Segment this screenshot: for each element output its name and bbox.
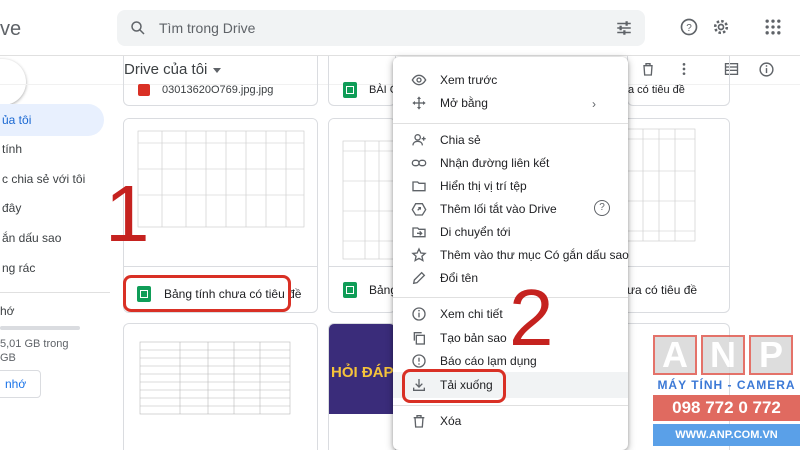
drive-logo[interactable]: ve: [0, 18, 21, 41]
help-icon[interactable]: ?: [679, 17, 699, 37]
file-name: ưa có tiêu đề: [627, 283, 698, 297]
sheet-preview: [137, 130, 305, 228]
folder-icon: [412, 181, 426, 192]
file-thumbnail: [627, 119, 729, 266]
sidebar-item-shared[interactable]: c chia sẻ với tôi: [0, 163, 85, 195]
annotation-highlight-file: [123, 275, 291, 312]
apps-icon[interactable]: [763, 17, 783, 37]
sheets-icon: [343, 82, 357, 98]
file-card-top-1[interactable]: 03013620O769.jpg.jpg: [123, 56, 318, 106]
storage-used: 5,01 GB trong: [0, 338, 69, 350]
menu-item-open-with[interactable]: Mở bằng ›: [393, 91, 628, 116]
storage-total: GB: [0, 352, 16, 364]
watermark-letter: A: [653, 335, 697, 375]
file-card[interactable]: ưa có tiêu đề: [627, 118, 730, 313]
menu-item-label: Nhận đường liên kết: [440, 156, 550, 170]
menu-divider: [393, 405, 628, 406]
menu-item-label: Xem chi tiết: [440, 307, 503, 321]
drive-window: ve Tìm trong Drive ? ủa tôi tính c chia …: [0, 0, 800, 450]
watermark-letter: P: [749, 335, 793, 375]
file-card-top-3[interactable]: a có tiêu đề: [627, 56, 730, 106]
sidebar-item-starred[interactable]: ắn dấu sao: [0, 222, 61, 254]
move-icon: [412, 96, 426, 110]
file-card[interactable]: Bảng: [328, 118, 396, 313]
svg-text:?: ?: [686, 23, 692, 34]
info-icon: [412, 307, 426, 321]
storage-label: hớ: [0, 304, 15, 318]
menu-item-preview[interactable]: Xem trước: [393, 68, 628, 93]
menu-divider: [393, 123, 628, 124]
person-add-icon: [412, 134, 426, 146]
sidebar-item-my-drive[interactable]: ủa tôi: [0, 104, 104, 136]
sidebar-item-trash[interactable]: ng rác: [0, 252, 35, 284]
file-thumbnail: [329, 119, 395, 266]
menu-item-label: Thêm lối tắt vào Drive: [440, 202, 557, 216]
sidebar-item-recent[interactable]: đây: [0, 192, 21, 224]
annotation-highlight-download: [402, 369, 506, 403]
sheets-icon: [343, 282, 357, 298]
settings-icon[interactable]: [711, 17, 731, 37]
thumbnail-footer: [329, 414, 395, 450]
menu-item-get-link[interactable]: Nhận đường liên kết: [393, 151, 628, 176]
tune-icon[interactable]: [615, 19, 633, 37]
file-thumbnail: [124, 119, 317, 266]
sidebar-item-computers[interactable]: tính: [0, 133, 22, 165]
search-bar[interactable]: Tìm trong Drive: [117, 10, 645, 46]
chevron-right-icon: ›: [592, 97, 596, 111]
file-card-top-2[interactable]: BÀI G: [328, 56, 398, 106]
thumbnail-title: HỎI ĐÁP: [331, 364, 394, 381]
buy-storage-button[interactable]: nhớ: [0, 370, 41, 398]
star-icon: [411, 247, 427, 262]
info-icon[interactable]: [758, 61, 775, 78]
sheet-preview: [342, 140, 395, 260]
file-name: a có tiêu đề: [628, 84, 685, 96]
watermark-logo: A N P MÁY TÍNH - CAMERA 098 772 0 772 WW…: [653, 335, 800, 450]
move-to-icon: [412, 227, 426, 238]
image-file-icon: [138, 84, 150, 96]
watermark-subtitle: MÁY TÍNH - CAMERA: [657, 378, 796, 392]
trash-icon: [413, 415, 425, 428]
menu-item-show-location[interactable]: Hiển thị vị trí tệp: [393, 174, 628, 199]
eye-icon: [411, 74, 427, 86]
file-card[interactable]: [123, 323, 318, 450]
file-name: Bảng: [369, 283, 396, 297]
pencil-icon: [412, 271, 426, 285]
step-number-2: 2: [509, 273, 554, 362]
copy-icon: [413, 332, 425, 345]
shortcut-icon: [411, 203, 427, 216]
menu-item-delete[interactable]: Xóa: [393, 409, 628, 434]
watermark-phone: 098 772 0 772: [653, 395, 800, 421]
report-icon: [412, 354, 426, 368]
watermark-letter: N: [701, 335, 745, 375]
menu-item-label: Xóa: [440, 414, 462, 428]
menu-item-label: Chia sẻ: [440, 133, 481, 147]
file-card-footer: Bảng: [329, 266, 395, 312]
file-card-footer: ưa có tiêu đề: [627, 266, 729, 312]
storage-bar: [0, 326, 80, 330]
menu-item-share[interactable]: Chia sẻ: [393, 128, 628, 153]
step-number-1: 1: [105, 169, 150, 258]
search-input[interactable]: Tìm trong Drive: [159, 20, 255, 36]
watermark-url: WWW.ANP.COM.VN: [653, 424, 800, 446]
menu-item-label: Mở bằng: [440, 96, 488, 110]
file-name: 03013620O769.jpg.jpg: [162, 84, 274, 96]
menu-item-label: Tạo bản sao: [440, 331, 507, 345]
menu-item-add-star[interactable]: Thêm vào thư mục Có gắn dấu sao: [393, 243, 629, 268]
menu-item-move-to[interactable]: Di chuyển tới: [393, 220, 628, 245]
menu-item-label: Di chuyển tới: [440, 225, 511, 239]
sidebar-divider: [0, 292, 110, 293]
link-icon: [411, 159, 427, 167]
sheet-preview: [627, 128, 696, 242]
help-icon[interactable]: ?: [594, 200, 610, 216]
menu-item-label: Xem trước: [440, 73, 498, 87]
menu-item-label: Hiển thị vị trí tệp: [440, 179, 527, 193]
new-button[interactable]: [0, 59, 26, 105]
menu-item-label: Đổi tên: [440, 271, 479, 285]
sheet-preview: [139, 341, 291, 415]
watermark-letters: A N P: [653, 335, 793, 375]
file-card-video[interactable]: HỎI ĐÁP: [328, 323, 396, 450]
menu-item-add-shortcut[interactable]: Thêm lối tắt vào Drive ?: [393, 197, 628, 222]
search-icon[interactable]: [129, 19, 147, 37]
menu-item-label: Thêm vào thư mục Có gắn dấu sao: [440, 248, 629, 262]
